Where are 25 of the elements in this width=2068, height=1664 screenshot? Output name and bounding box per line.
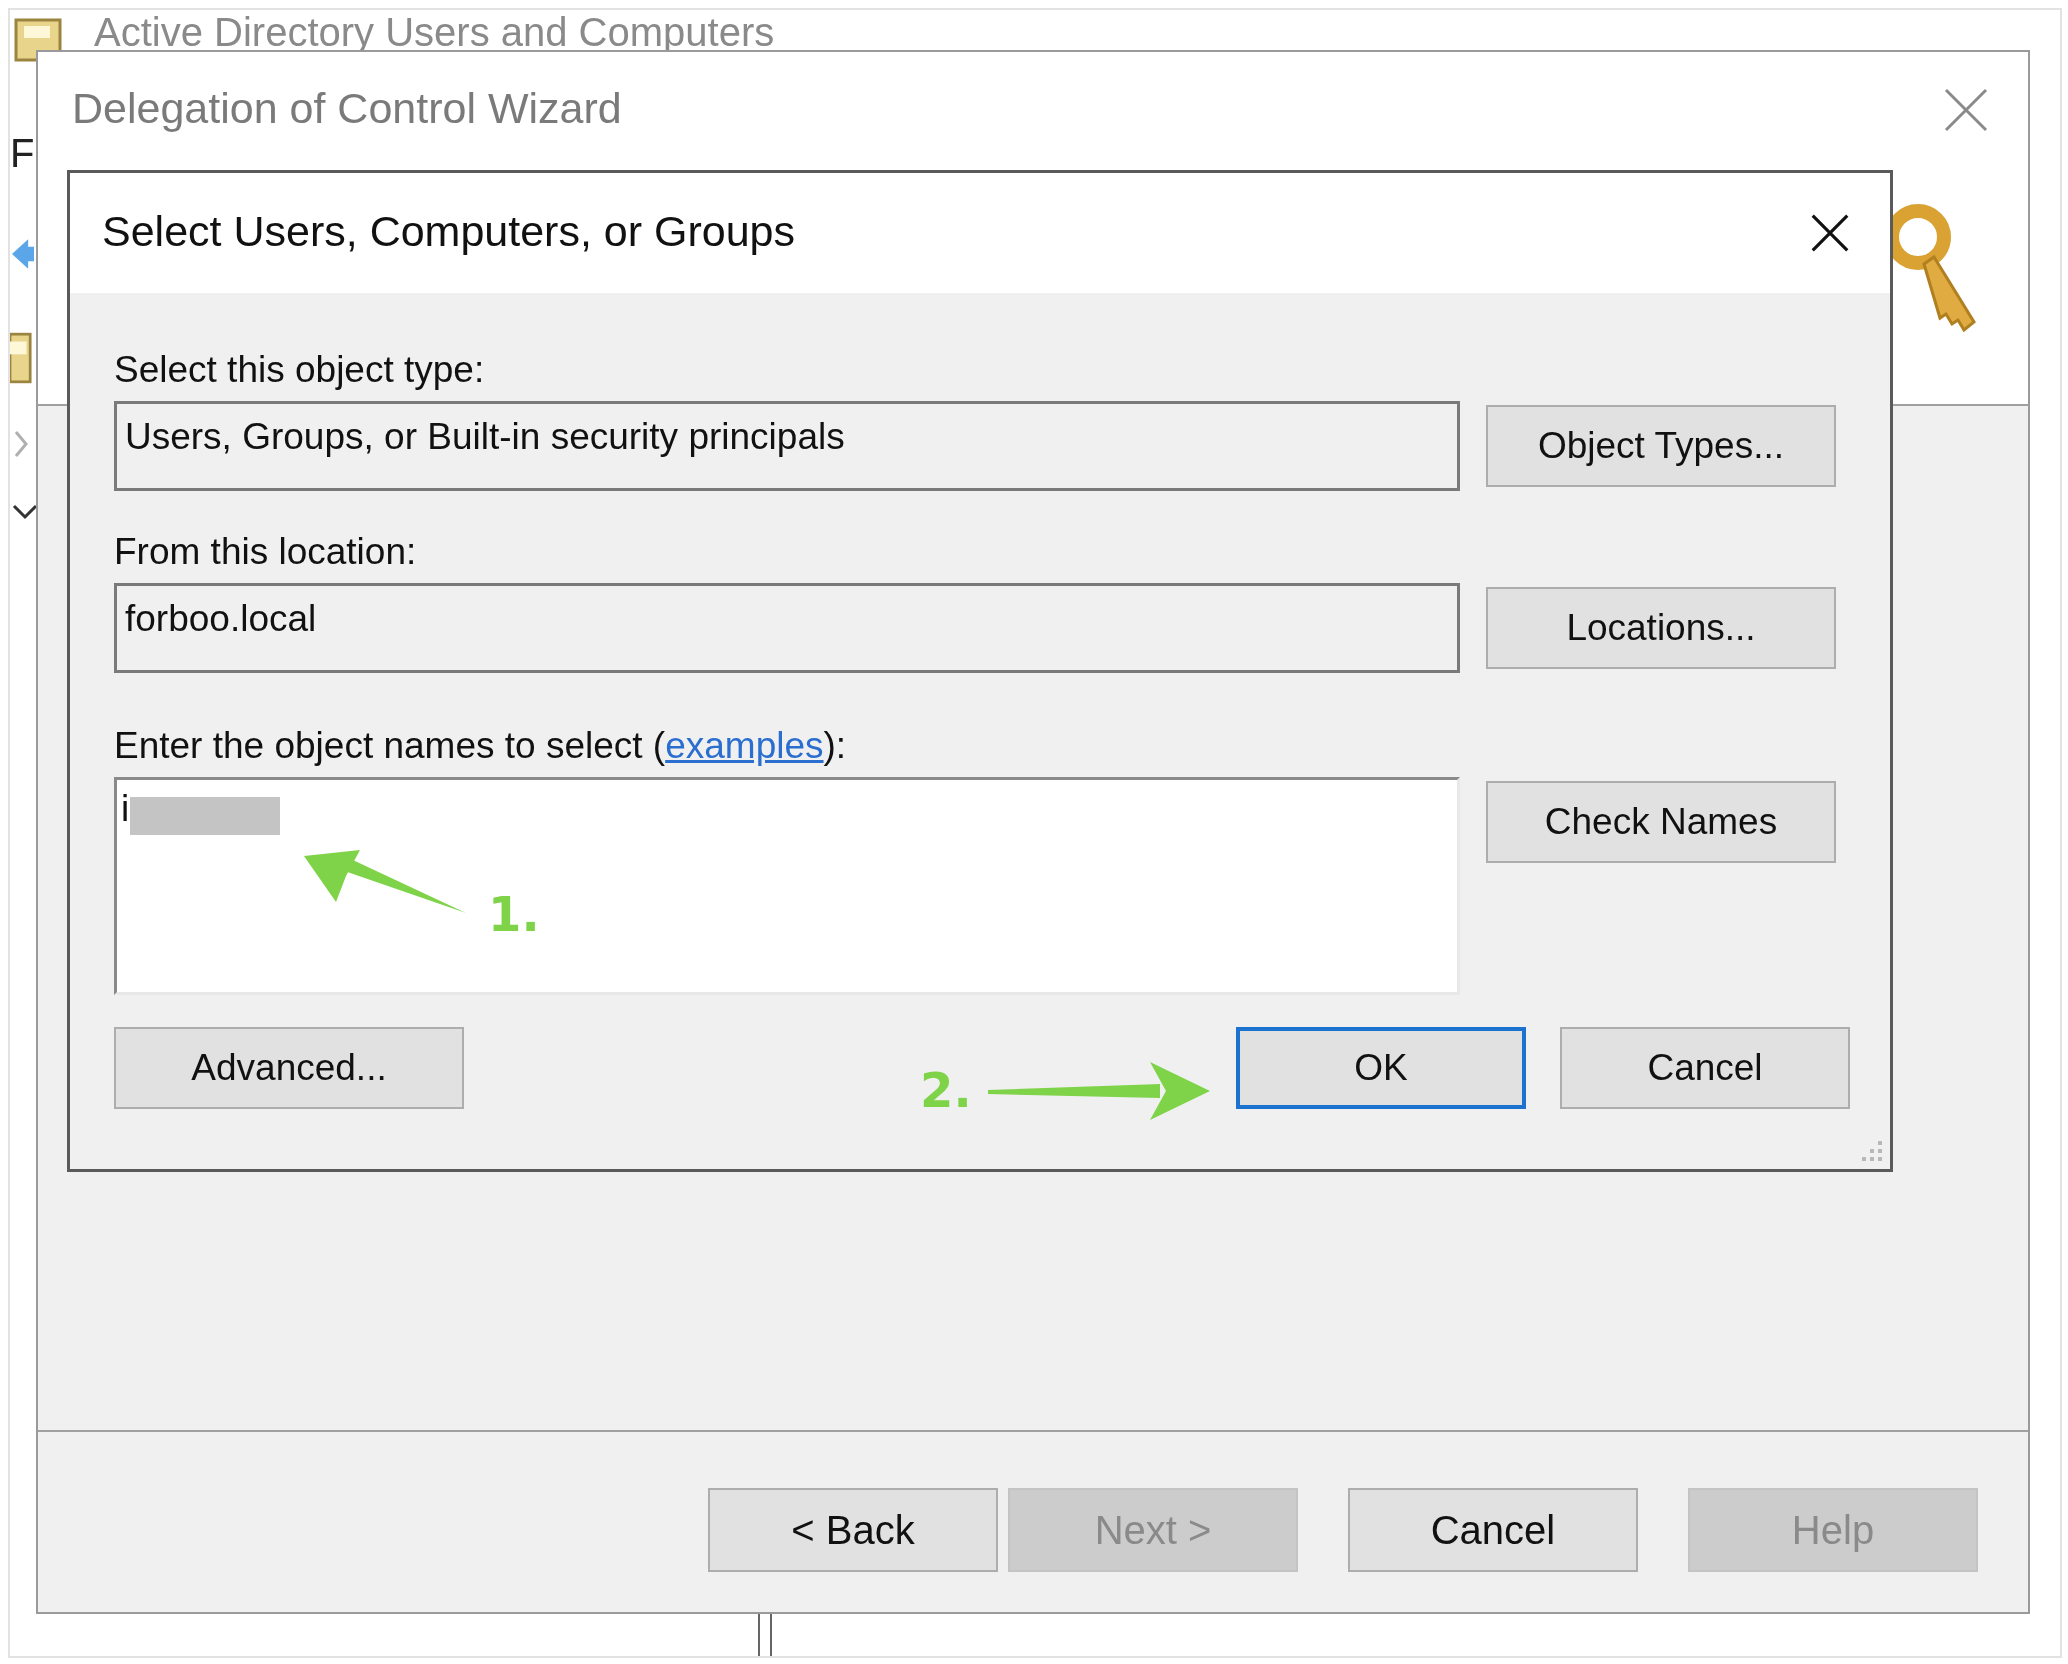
background-window-title: Active Directory Users and Computers <box>94 10 775 54</box>
menu-item[interactable]: F <box>10 130 35 176</box>
wizard-button[interactable]: Cancel <box>1348 1488 1638 1572</box>
dialog-button[interactable]: Advanced... <box>114 1027 464 1109</box>
chevron-right-icon[interactable] <box>14 430 28 458</box>
resize-grip-icon[interactable] <box>1860 1139 1884 1163</box>
object-types-button[interactable]: Object Types... <box>1486 405 1836 487</box>
step-number: 2. <box>920 1062 972 1118</box>
field-label: From this location: <box>114 531 418 573</box>
dialog-title: Select Users, Computers, or Groups <box>102 207 796 256</box>
chevron-down-icon[interactable] <box>12 504 38 520</box>
location-field: forboo.local <box>114 583 1460 673</box>
check-names-button[interactable]: Check Names <box>1486 781 1836 863</box>
window-title: Delegation of Control Wizard <box>72 84 622 133</box>
field-label: Select this object type: <box>114 349 486 391</box>
wizard-button[interactable]: < Back <box>708 1488 998 1572</box>
dialog-button[interactable]: Cancel <box>1560 1027 1850 1109</box>
folder-icon <box>10 330 32 386</box>
examples-link[interactable]: examples <box>665 725 824 766</box>
step-number: 1. <box>488 886 540 942</box>
dialog-button[interactable]: OK <box>1236 1027 1526 1109</box>
locations-button[interactable]: Locations... <box>1486 587 1836 669</box>
field-label: Enter the object names to select (examples): <box>114 725 848 767</box>
close-icon[interactable] <box>1810 213 1850 253</box>
object-type-field: Users, Groups, or Built-in security principals <box>114 401 1460 491</box>
